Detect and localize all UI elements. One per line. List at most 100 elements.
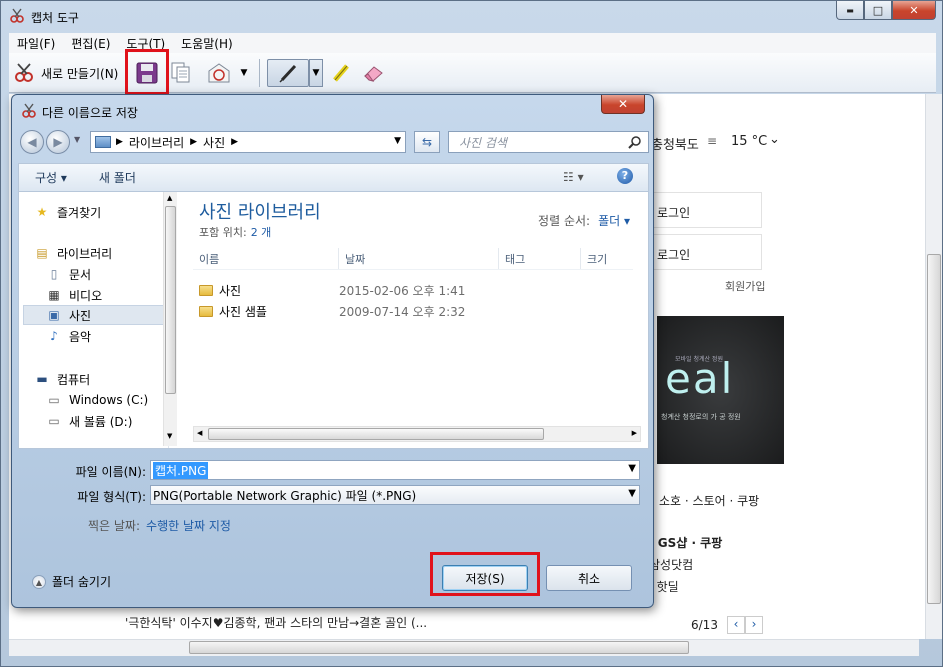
highlighter-button[interactable] (327, 59, 355, 87)
links-row-2[interactable]: 삼성닷컴 (649, 556, 693, 573)
pen-dropdown-button[interactable]: ▼ (309, 59, 323, 87)
pager-prev-icon[interactable]: ‹ (727, 616, 745, 634)
column-name[interactable]: 이름 (193, 248, 339, 269)
address-bar[interactable]: ▶ 라이브러리 ▶ 사진 ▶ ▼ (90, 131, 406, 153)
column-tags[interactable]: 태그 (499, 248, 581, 269)
send-snip-button[interactable] (205, 59, 233, 87)
chevron-down-icon: ▼ (312, 68, 320, 78)
file-row[interactable]: 사진 샘플 2009-07-14 오후 2:32 (193, 301, 633, 321)
help-icon[interactable]: ? (617, 168, 633, 184)
back-button[interactable]: ◀ (20, 130, 44, 154)
weather-temp: 15 °C (731, 134, 768, 149)
includes-count-link[interactable]: 2 개 (251, 226, 272, 239)
news-line[interactable]: '극한식탁' 이수지♥김종학, 팬과 스타의 만남→결혼 골인 (... (125, 614, 427, 631)
minimize-icon: ▬ (846, 5, 854, 15)
scissors-icon (10, 8, 24, 23)
save-button-highlight-outline (430, 552, 540, 596)
pen-button[interactable] (267, 59, 309, 87)
login-box-1[interactable]: 로그인 (649, 192, 762, 228)
new-snip-button[interactable]: 새로 만들기(N) (13, 61, 118, 85)
organize-button[interactable]: 구성 ▾ (19, 169, 83, 186)
minimize-button[interactable]: ▬ (836, 1, 864, 20)
date-taken-link[interactable]: 수행한 날짜 지정 (146, 519, 231, 533)
nav-pictures-label: 사진 (69, 308, 92, 323)
file-list-horizontal-scrollbar[interactable]: ◀ ▶ (193, 426, 641, 442)
eraser-button[interactable] (359, 59, 387, 87)
close-button[interactable]: ✕ (892, 1, 936, 20)
view-options-icon[interactable]: ☷ ▾ (563, 170, 584, 184)
file-row[interactable]: 사진 2015-02-06 오후 1:41 (193, 280, 633, 300)
date-taken-row: 찍은 날짜: 수행한 날짜 지정 (88, 517, 231, 534)
scroll-right-icon[interactable]: ▶ (632, 429, 637, 437)
filename-label: 파일 이름(N): (75, 465, 146, 479)
chevron-down-icon[interactable]: ▼ (628, 463, 636, 474)
scroll-thumb[interactable] (927, 254, 941, 604)
nav-libraries[interactable]: ▤ 라이브러리 (33, 243, 175, 263)
nav-pane-scrollbar[interactable]: ▲ ▼ (163, 192, 177, 446)
breadcrumb-libraries[interactable]: 라이브러리 (129, 134, 184, 151)
scissors-icon (22, 103, 36, 118)
nav-favorites[interactable]: ★ 즐겨찾기 (33, 202, 175, 222)
pager-next-icon[interactable]: › (745, 616, 763, 634)
dialog-body: ★ 즐겨찾기 ▤ 라이브러리 ▯ 문서 ▦ 비디오 ▣ 사진 ♪ 음악 ▬ 컴퓨터 ▭ Wind… (18, 191, 649, 449)
login-box-2[interactable]: 로그인 (649, 234, 762, 270)
nav-music-label: 음악 (69, 329, 92, 344)
scroll-thumb[interactable] (189, 641, 689, 654)
tabs-row[interactable]: 소호 · 스토어 · 쿠팡 (659, 492, 759, 509)
film-icon: ▦ (48, 288, 60, 302)
library-folder-icon: ▤ (36, 246, 48, 260)
nav-pictures[interactable]: ▣ 사진 (23, 305, 173, 325)
menu-file[interactable]: 파일(F) (9, 35, 63, 52)
filetype-value: PNG(Portable Network Graphic) 파일 (*.PNG) (153, 488, 417, 503)
includes-label: 포함 위치: (199, 226, 247, 239)
sort-label: 정렬 순서: (538, 214, 591, 228)
menu-edit[interactable]: 편집(E) (63, 35, 118, 52)
address-dropdown-icon[interactable]: ▼ (394, 136, 401, 146)
breadcrumb-pictures[interactable]: 사진 (203, 134, 225, 151)
sort-dropdown[interactable]: 폴더 ▾ (598, 214, 630, 228)
nav-drive-d-label: 새 볼륨 (D:) (69, 414, 133, 429)
page-vertical-scrollbar[interactable] (925, 94, 942, 639)
maximize-button[interactable]: □ (864, 1, 892, 20)
scroll-down-icon[interactable]: ▼ (167, 432, 172, 440)
scroll-left-icon[interactable]: ◀ (197, 429, 202, 437)
links-row-1[interactable]: · GS샵 · 쿠팡 (649, 534, 722, 551)
login-label-1: 로그인 (657, 206, 691, 220)
scroll-thumb[interactable] (208, 428, 544, 440)
chevron-down-icon: ⌄ (769, 132, 780, 147)
hide-folders-toggle[interactable]: ▲ 폴더 숨기기 (32, 573, 111, 590)
copy-button[interactable] (167, 59, 195, 87)
date-taken-label: 찍은 날짜: (88, 519, 141, 533)
scroll-up-icon[interactable]: ▲ (167, 194, 172, 202)
picture-icon: ▣ (48, 308, 60, 322)
library-icon (95, 136, 111, 148)
refresh-button[interactable]: ⇆ (414, 131, 440, 153)
close-icon: ✕ (617, 97, 629, 111)
new-folder-button[interactable]: 새 폴더 (83, 169, 152, 186)
column-size[interactable]: 크기 (581, 248, 633, 269)
signup-link[interactable]: 회원가입 (725, 278, 765, 294)
arrange-by: 정렬 순서: 폴더 ▾ (538, 212, 630, 229)
nav-computer-label: 컴퓨터 (57, 372, 91, 387)
nav-computer[interactable]: ▬ 컴퓨터 (33, 369, 175, 389)
page-horizontal-scrollbar[interactable] (9, 639, 919, 656)
history-dropdown-icon[interactable]: ▼ (74, 135, 80, 144)
menu-help[interactable]: 도움말(H) (173, 35, 241, 52)
ad-banner[interactable]: 모바일 청계산 정원 eal 청계산 청정로의 가 공 정원 (657, 316, 784, 464)
save-form: 파일 이름(N): 캡처.PNG ▼ 파일 형식(T): PNG(Portabl… (18, 451, 649, 541)
nav-favorites-label: 즐겨찾기 (57, 205, 102, 220)
filetype-select[interactable]: PNG(Portable Network Graphic) 파일 (*.PNG)… (150, 485, 640, 505)
column-date[interactable]: 날짜 (339, 248, 499, 269)
search-input[interactable]: 사진 검색 (448, 131, 649, 153)
dialog-close-button[interactable]: ✕ (601, 95, 645, 114)
chevron-down-icon[interactable]: ▼ (628, 488, 636, 499)
computer-icon: ▬ (36, 372, 48, 386)
filename-input[interactable]: 캡처.PNG ▼ (150, 460, 640, 480)
filetype-label: 파일 형식(T): (77, 490, 146, 504)
scroll-thumb[interactable] (165, 206, 176, 394)
search-placeholder: 사진 검색 (459, 135, 507, 150)
forward-button[interactable]: ▶ (46, 130, 70, 154)
send-dropdown-button[interactable]: ▼ (237, 59, 251, 87)
dialog-title: 다른 이름으로 저장 (42, 106, 138, 120)
cancel-button[interactable]: 취소 (546, 565, 632, 591)
